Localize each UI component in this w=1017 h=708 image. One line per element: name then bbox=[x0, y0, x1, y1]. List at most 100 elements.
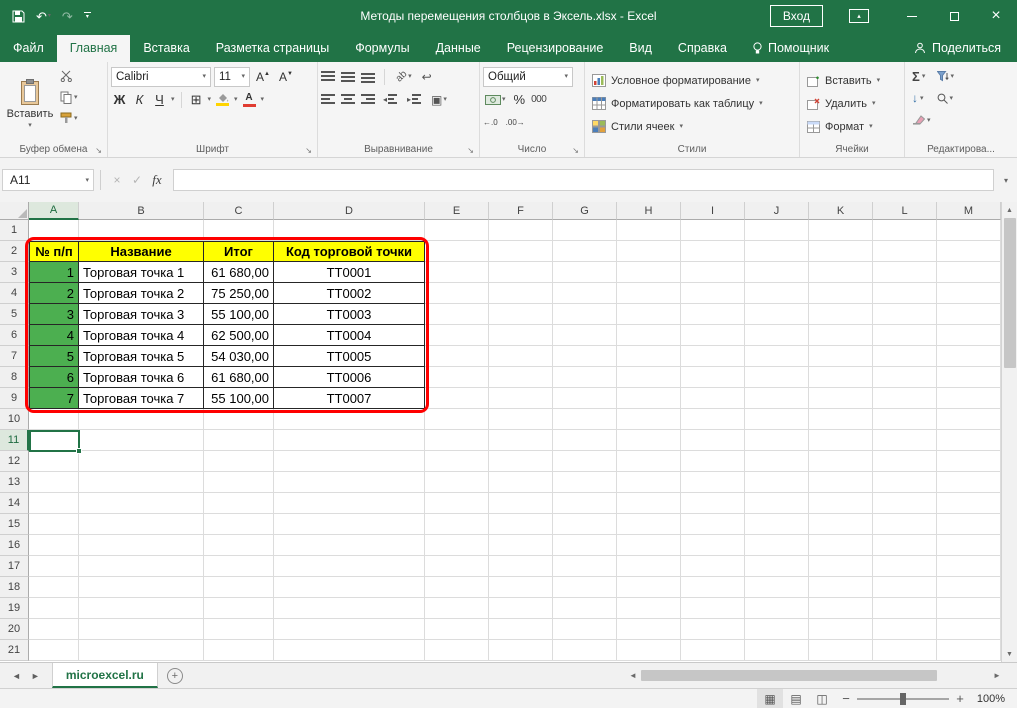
cell-J6[interactable] bbox=[745, 325, 809, 346]
column-header-F[interactable]: F bbox=[489, 202, 553, 220]
cell-B2[interactable]: Название bbox=[79, 241, 204, 262]
cell-I12[interactable] bbox=[681, 451, 745, 472]
cell-D13[interactable] bbox=[274, 472, 425, 493]
cell-J5[interactable] bbox=[745, 304, 809, 325]
cell-L17[interactable] bbox=[873, 556, 937, 577]
cell-B5[interactable]: Торговая точка 3 bbox=[79, 304, 204, 325]
font-size-select[interactable]: 11▾ bbox=[214, 67, 250, 87]
cell-J8[interactable] bbox=[745, 367, 809, 388]
cell-D4[interactable]: ТТ0002 bbox=[274, 283, 425, 304]
cell-A8[interactable]: 6 bbox=[29, 367, 79, 388]
cell-I18[interactable] bbox=[681, 577, 745, 598]
expand-formula-bar-icon[interactable]: ▾ bbox=[997, 176, 1015, 185]
cell-C14[interactable] bbox=[204, 493, 274, 514]
cell-J3[interactable] bbox=[745, 262, 809, 283]
cell-I15[interactable] bbox=[681, 514, 745, 535]
column-header-I[interactable]: I bbox=[681, 202, 745, 220]
cell-H2[interactable] bbox=[617, 241, 681, 262]
cell-G12[interactable] bbox=[553, 451, 617, 472]
cell-K2[interactable] bbox=[809, 241, 873, 262]
tab-page-layout[interactable]: Разметка страницы bbox=[203, 35, 342, 62]
cell-E5[interactable] bbox=[425, 304, 489, 325]
cell-I5[interactable] bbox=[681, 304, 745, 325]
save-icon[interactable] bbox=[12, 10, 25, 23]
horizontal-scrollbar-thumb[interactable] bbox=[641, 670, 937, 681]
cell-K14[interactable] bbox=[809, 493, 873, 514]
cell-B10[interactable] bbox=[79, 409, 204, 430]
cell-styles-button[interactable]: Стили ячеек▾ bbox=[588, 116, 796, 137]
cell-M20[interactable] bbox=[937, 619, 1001, 640]
cell-K13[interactable] bbox=[809, 472, 873, 493]
cell-H16[interactable] bbox=[617, 535, 681, 556]
cell-D14[interactable] bbox=[274, 493, 425, 514]
tab-view[interactable]: Вид bbox=[616, 35, 665, 62]
autosum-button[interactable]: Σ▾ bbox=[912, 67, 931, 85]
cell-L4[interactable] bbox=[873, 283, 937, 304]
cell-A1[interactable] bbox=[29, 220, 79, 241]
cell-D7[interactable]: ТТ0005 bbox=[274, 346, 425, 367]
cell-F13[interactable] bbox=[489, 472, 553, 493]
cell-A5[interactable]: 3 bbox=[29, 304, 79, 325]
cell-D19[interactable] bbox=[274, 598, 425, 619]
cut-button[interactable] bbox=[57, 67, 81, 85]
cell-H8[interactable] bbox=[617, 367, 681, 388]
cell-H12[interactable] bbox=[617, 451, 681, 472]
column-header-E[interactable]: E bbox=[425, 202, 489, 220]
normal-view-icon[interactable]: ▦ bbox=[757, 689, 783, 708]
cell-J1[interactable] bbox=[745, 220, 809, 241]
sheet-tab-active[interactable]: microexcel.ru bbox=[52, 663, 158, 688]
cell-D11[interactable] bbox=[274, 430, 425, 451]
copy-button[interactable]: ▾ bbox=[57, 88, 81, 106]
cell-L3[interactable] bbox=[873, 262, 937, 283]
cell-M8[interactable] bbox=[937, 367, 1001, 388]
cell-L13[interactable] bbox=[873, 472, 937, 493]
sign-in-button[interactable]: Вход bbox=[770, 5, 823, 27]
share-button[interactable]: Поделиться bbox=[898, 35, 1017, 62]
number-dialog-launcher-icon[interactable]: ↘ bbox=[572, 147, 579, 155]
cell-I3[interactable] bbox=[681, 262, 745, 283]
cell-C10[interactable] bbox=[204, 409, 274, 430]
scroll-down-icon[interactable]: ▼ bbox=[1002, 646, 1017, 662]
cell-G16[interactable] bbox=[553, 535, 617, 556]
cell-G15[interactable] bbox=[553, 514, 617, 535]
zoom-in-icon[interactable]: + bbox=[949, 691, 971, 706]
cell-J20[interactable] bbox=[745, 619, 809, 640]
cell-A19[interactable] bbox=[29, 598, 79, 619]
cell-G4[interactable] bbox=[553, 283, 617, 304]
increase-font-size-button[interactable]: А▲ bbox=[253, 70, 273, 84]
cell-L15[interactable] bbox=[873, 514, 937, 535]
format-as-table-button[interactable]: Форматировать как таблицу▾ bbox=[588, 93, 796, 114]
cell-C2[interactable]: Итог bbox=[204, 241, 274, 262]
fill-button[interactable]: ↓▾ bbox=[912, 89, 931, 107]
cell-E20[interactable] bbox=[425, 619, 489, 640]
cell-E12[interactable] bbox=[425, 451, 489, 472]
cell-D3[interactable]: ТТ0001 bbox=[274, 262, 425, 283]
cell-K7[interactable] bbox=[809, 346, 873, 367]
cell-J16[interactable] bbox=[745, 535, 809, 556]
increase-indent-icon[interactable]: ▸ bbox=[405, 93, 423, 107]
cell-F20[interactable] bbox=[489, 619, 553, 640]
column-header-C[interactable]: C bbox=[204, 202, 274, 220]
cell-H15[interactable] bbox=[617, 514, 681, 535]
vertical-scrollbar-thumb[interactable] bbox=[1004, 218, 1016, 368]
cell-F8[interactable] bbox=[489, 367, 553, 388]
align-middle-icon[interactable] bbox=[341, 71, 355, 83]
tab-insert[interactable]: Вставка bbox=[130, 35, 202, 62]
row-header-6[interactable]: 6 bbox=[0, 325, 29, 346]
conditional-formatting-button[interactable]: Условное форматирование▾ bbox=[588, 70, 796, 91]
cell-E9[interactable] bbox=[425, 388, 489, 409]
cell-G18[interactable] bbox=[553, 577, 617, 598]
cell-A11[interactable] bbox=[29, 430, 79, 451]
cell-E1[interactable] bbox=[425, 220, 489, 241]
cell-J12[interactable] bbox=[745, 451, 809, 472]
cell-B1[interactable] bbox=[79, 220, 204, 241]
cell-C11[interactable] bbox=[204, 430, 274, 451]
align-center-icon[interactable] bbox=[341, 94, 355, 106]
cell-J4[interactable] bbox=[745, 283, 809, 304]
cell-G17[interactable] bbox=[553, 556, 617, 577]
cell-M4[interactable] bbox=[937, 283, 1001, 304]
comma-style-button[interactable]: 000 bbox=[531, 94, 546, 105]
cell-F16[interactable] bbox=[489, 535, 553, 556]
cell-C6[interactable]: 62 500,00 bbox=[204, 325, 274, 346]
cell-J13[interactable] bbox=[745, 472, 809, 493]
